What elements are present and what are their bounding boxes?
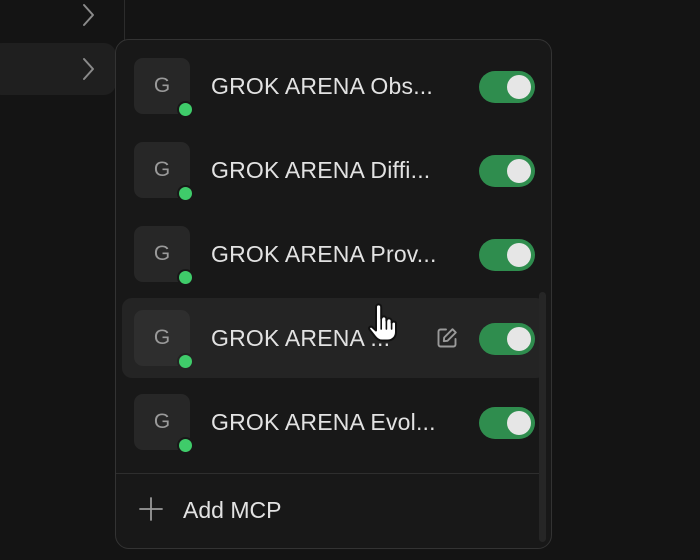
sidebar-item[interactable] [0, 0, 112, 32]
divider [116, 473, 539, 474]
mcp-server-row[interactable]: G GROK ARENA Obs... [122, 46, 546, 126]
toggle-knob [507, 327, 531, 351]
toggle-knob [507, 411, 531, 435]
mcp-popover: G GROK ARENA Obs... G GROK ARENA Diffi..… [115, 39, 552, 549]
enable-toggle[interactable] [479, 407, 535, 439]
online-status-dot [177, 353, 194, 370]
chevron-right-icon [79, 57, 97, 81]
sidebar-item-active[interactable] [0, 43, 116, 95]
screen: G GROK ARENA Obs... G GROK ARENA Diffi..… [0, 0, 700, 560]
server-avatar: G [134, 142, 194, 202]
online-status-dot [177, 437, 194, 454]
chevron-right-icon [79, 3, 97, 27]
scrollbar-thumb[interactable] [539, 292, 546, 542]
mcp-server-row-hovered[interactable]: G GROK ARENA ... [122, 298, 546, 378]
online-status-dot [177, 269, 194, 286]
edit-icon[interactable] [435, 326, 459, 350]
add-mcp-label: Add MCP [183, 497, 282, 523]
server-avatar: G [134, 58, 194, 118]
toggle-knob [507, 243, 531, 267]
sidebar-divider [124, 0, 125, 40]
mcp-server-name: GROK ARENA ... [211, 325, 391, 351]
toggle-knob [507, 159, 531, 183]
mcp-server-name: GROK ARENA Evol... [211, 409, 436, 435]
mcp-server-row[interactable]: G GROK ARENA Diffi... [122, 130, 546, 210]
enable-toggle[interactable] [479, 71, 535, 103]
online-status-dot [177, 185, 194, 202]
mcp-server-name: GROK ARENA Diffi... [211, 157, 431, 183]
mcp-server-row[interactable]: G GROK ARENA Evol... [122, 382, 546, 462]
server-avatar: G [134, 310, 194, 370]
server-avatar: G [134, 394, 194, 454]
enable-toggle[interactable] [479, 155, 535, 187]
enable-toggle[interactable] [479, 323, 535, 355]
mcp-server-name: GROK ARENA Obs... [211, 73, 433, 99]
mcp-server-name: GROK ARENA Prov... [211, 241, 437, 267]
server-avatar: G [134, 226, 194, 286]
toggle-knob [507, 75, 531, 99]
mcp-server-row[interactable]: G GROK ARENA Prov... [122, 214, 546, 294]
online-status-dot [177, 101, 194, 118]
enable-toggle[interactable] [479, 239, 535, 271]
plus-icon [138, 496, 164, 522]
add-mcp-button[interactable]: Add MCP [130, 486, 430, 534]
